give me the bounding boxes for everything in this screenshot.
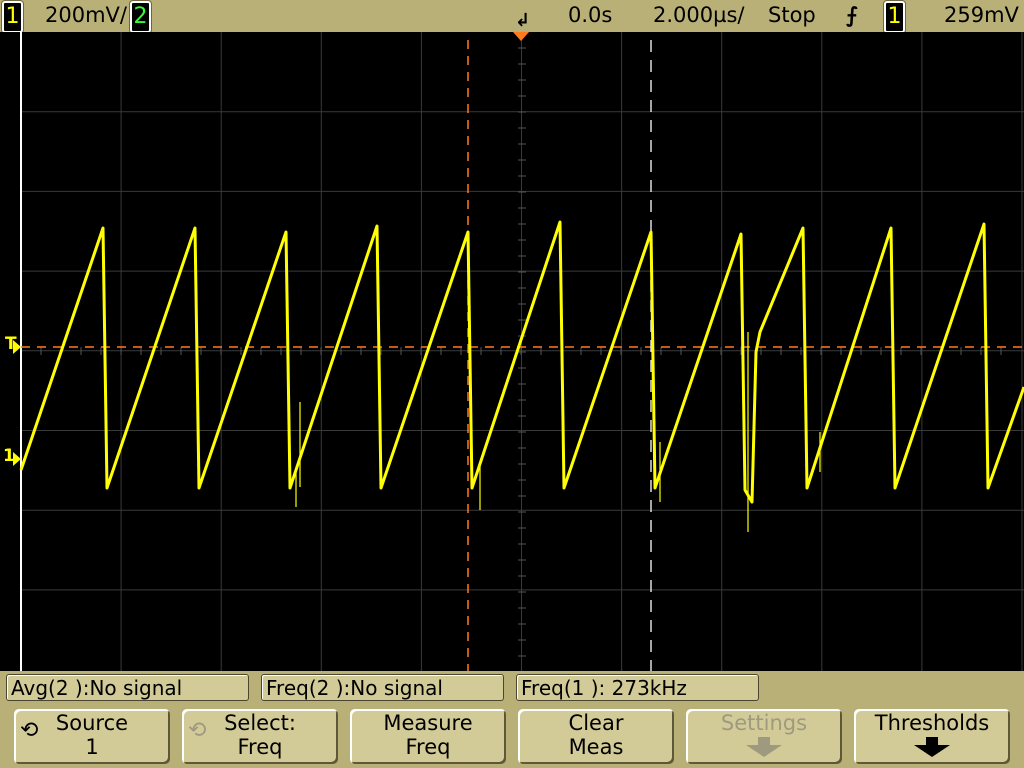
softkey-value: Freq (405, 735, 451, 759)
channel1-scale: 200mV/ (45, 3, 127, 27)
status-bar: 1 200mV/ 2 0.0s 2.000µs/ Stop ⨍ 1 259mV … (0, 0, 1024, 33)
channel1-waveform (19, 220, 1024, 504)
waveform-display[interactable]: T 1 (0, 31, 1024, 671)
softkey-value: Meas (568, 735, 624, 759)
rotate-knob-icon: ⟲ (188, 718, 207, 743)
trigger-position-marker (513, 32, 529, 41)
time-scale: 2.000µs/ (653, 3, 745, 27)
select-softkey[interactable]: ⟲ Select: Freq (182, 709, 338, 764)
source-softkey[interactable]: ⟲ Source 1 (14, 709, 170, 764)
settings-softkey[interactable]: Settings (686, 709, 842, 764)
channel1-ground-marker[interactable]: 1 (3, 446, 15, 466)
measure-softkey[interactable]: Measure Freq (350, 709, 506, 764)
run-state: Stop (768, 3, 816, 27)
clear-meas-softkey[interactable]: Clear Meas (518, 709, 674, 764)
measurement-freq1: Freq(1 ): 273kHz (516, 674, 759, 701)
down-arrow-icon (914, 737, 950, 757)
down-arrow-icon (746, 737, 782, 757)
channel1-badge[interactable]: 1 (2, 1, 23, 33)
rising-edge-icon: ⨍ (846, 3, 858, 27)
measurement-freq2: Freq(2 ):No signal (261, 674, 504, 701)
delay-marker-icon: ↲ (515, 10, 531, 31)
time-delay: 0.0s (568, 3, 613, 27)
trigger-level-marker[interactable]: T (5, 334, 17, 354)
softkey-label: Clear (568, 711, 624, 735)
measurement-bar: Avg(2 ):No signal Freq(2 ):No signal Fre… (0, 673, 1024, 703)
graticule (13, 31, 1024, 671)
trigger-source-badge[interactable]: 1 (884, 1, 905, 33)
rotate-knob-icon: ⟲ (20, 718, 39, 743)
softkey-label: Settings (720, 711, 808, 735)
thresholds-softkey[interactable]: Thresholds (854, 709, 1010, 764)
softkey-label: Select: (224, 711, 296, 735)
trigger-level: 259mV (944, 3, 1019, 27)
softkey-label: Source (55, 711, 129, 735)
softkey-label: Measure (383, 711, 473, 735)
measurement-avg2: Avg(2 ):No signal (6, 674, 249, 701)
softkey-label: Thresholds (874, 711, 990, 735)
channel2-badge[interactable]: 2 (130, 1, 151, 33)
